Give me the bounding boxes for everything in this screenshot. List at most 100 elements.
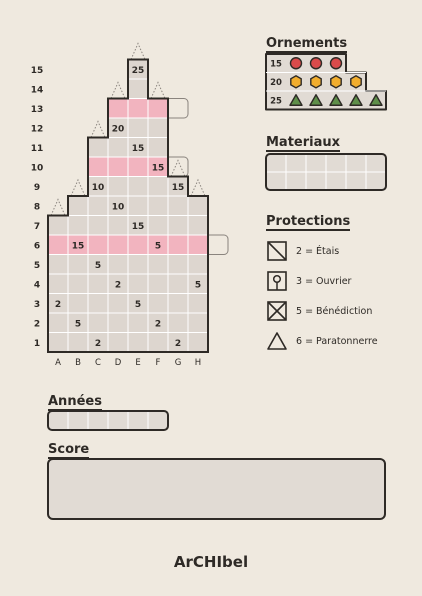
grid-cell-D2 [107, 312, 129, 333]
column-roof-E [130, 42, 146, 60]
ornement-circle-icon [309, 57, 323, 70]
grid-cell-H1 [187, 332, 209, 353]
row-label-4: 4 [34, 280, 40, 290]
grid-cell-G3 [167, 293, 189, 314]
row-tab-13 [168, 98, 189, 119]
grid-cell-B1 [67, 332, 89, 353]
protection-benediction: 5 = Bénédiction [268, 300, 372, 322]
ornement-points-25: 25 [270, 96, 282, 106]
grid-cell-F7 [147, 215, 169, 236]
grid-cell-A1 [47, 332, 69, 353]
row-label-13: 13 [31, 105, 44, 115]
cell-value-F2: 2 [155, 319, 161, 329]
protection-ouvrier-label: 3 = Ouvrier [296, 275, 352, 287]
grid-cell-E13 [127, 98, 149, 119]
grid-cell-C4 [87, 273, 109, 294]
grid-cell-C10 [87, 156, 109, 177]
grid-cell-A2 [47, 312, 69, 333]
column-label-G: G [175, 358, 182, 368]
ornement-points-20: 20 [270, 78, 282, 88]
grid-cell-B4 [67, 273, 89, 294]
row-label-15: 15 [31, 66, 44, 76]
score-title: Score [48, 442, 90, 459]
cell-value-D12: 20 [112, 124, 125, 134]
score-box[interactable] [47, 458, 386, 520]
annees-boxes [47, 410, 169, 431]
archibel-logo: ArCHIbel [173, 553, 249, 571]
grid-cell-B5 [67, 254, 89, 275]
grid-cell-F8 [147, 195, 169, 216]
ornement-hexagon-icon [290, 74, 302, 89]
grid-cell-E2 [127, 312, 149, 333]
cell-value-A3: 2 [55, 300, 61, 310]
grid-cell-D5 [107, 254, 129, 275]
column-roof-H [190, 178, 206, 197]
grid-cell-E14 [127, 78, 149, 99]
annees-title: Années [48, 394, 102, 411]
grid-cell-D10 [107, 156, 129, 177]
grid-cell-E1 [127, 332, 149, 353]
grid-cell-F4 [147, 273, 169, 294]
grid-cell-C6 [87, 234, 109, 255]
grid-cell-C8 [87, 195, 109, 216]
column-label-H: H [195, 358, 201, 368]
row-label-9: 9 [34, 183, 40, 193]
grid-cell-A5 [47, 254, 69, 275]
grid-cell-E6 [127, 234, 149, 255]
row-label-10: 10 [31, 163, 44, 173]
ornement-hexagon-icon [350, 74, 362, 89]
grid-cell-H6 [187, 234, 209, 255]
grid-cell-C2 [87, 312, 109, 333]
ornements-title: Ornements [266, 36, 348, 53]
cell-value-E11: 15 [132, 144, 145, 154]
grid-cell-F1 [147, 332, 169, 353]
cell-value-C1: 2 [95, 339, 101, 349]
grid-cell-D9 [107, 176, 129, 197]
ornements-outline [265, 53, 387, 111]
row-label-1: 1 [34, 339, 40, 349]
grid-cell-G7 [167, 215, 189, 236]
cell-value-C9: 10 [92, 183, 105, 193]
grid-cell-C7 [87, 215, 109, 236]
grid-cell-F13 [147, 98, 169, 119]
materiaux-boxes [265, 153, 387, 191]
protection-ouvrier: 3 = Ouvrier [268, 270, 351, 292]
grid-cell-G2 [167, 312, 189, 333]
grid-cell-H8 [187, 195, 209, 216]
grid-cell-E4 [127, 273, 149, 294]
cell-value-B2: 5 [75, 319, 81, 329]
grid-cell-F11 [147, 137, 169, 158]
cell-value-D8: 10 [112, 202, 125, 212]
protection-paratonnerre: 6 = Paratonnerre [268, 330, 378, 352]
grid-cell-E8 [127, 195, 149, 216]
grid-cell-E12 [127, 117, 149, 138]
grid-cell-F3 [147, 293, 169, 314]
row-label-14: 14 [31, 85, 44, 95]
cell-value-E7: 15 [132, 222, 145, 232]
grid-cell-G8 [167, 195, 189, 216]
grid-cell-B7 [67, 215, 89, 236]
score-sheet: 123456789101112131415A B C D E F G H2520151510 1… [31, 42, 387, 520]
column-label-A: A [55, 358, 61, 368]
cell-value-B6: 15 [72, 241, 85, 251]
grid-cell-A6 [47, 234, 69, 255]
cell-value-G1: 2 [175, 339, 181, 349]
ornement-points-15: 15 [270, 59, 282, 69]
grid-cell-E5 [127, 254, 149, 275]
ornement-circle-icon [289, 57, 303, 70]
row-label-5: 5 [34, 261, 40, 271]
grid-cell-H3 [187, 293, 209, 314]
protection-etais-label: 2 = Étais [296, 245, 340, 257]
grid-cell-D7 [107, 215, 129, 236]
row-label-3: 3 [34, 300, 40, 310]
grid-cell-D6 [107, 234, 129, 255]
grid-cell-H2 [187, 312, 209, 333]
column-roof-G [170, 159, 186, 177]
grid-cell-E10 [127, 156, 149, 177]
grid-cell-C3 [87, 293, 109, 314]
grid-cell-G5 [167, 254, 189, 275]
grid-cell-F9 [147, 176, 169, 197]
grid-cell-D3 [107, 293, 129, 314]
column-label-F: F [156, 358, 161, 368]
cell-value-C5: 5 [95, 261, 101, 271]
